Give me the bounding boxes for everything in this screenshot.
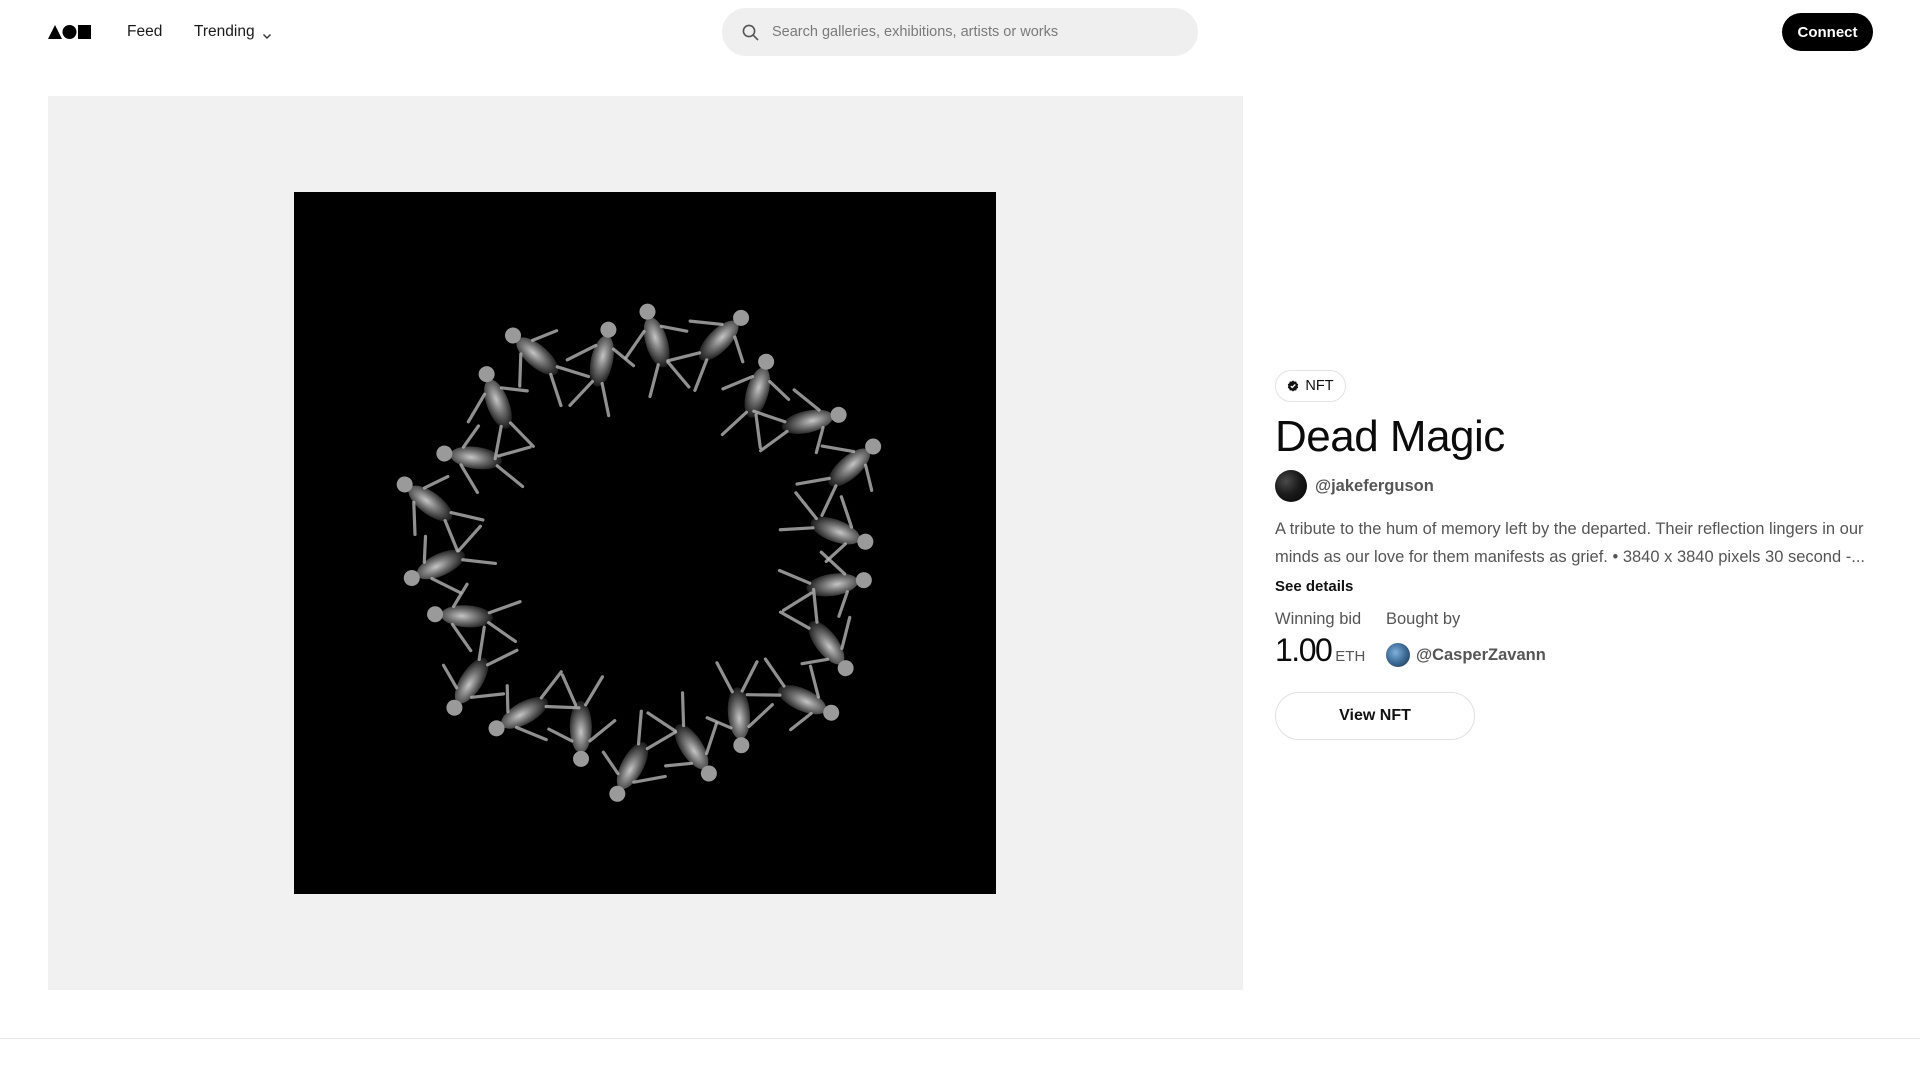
artwork-figure: [646, 691, 719, 782]
artwork-figure: [720, 353, 791, 450]
winning-bid-label: Winning bid: [1275, 610, 1362, 628]
winning-bid-value: 1.00 ETH: [1275, 632, 1365, 669]
artwork-figure: [601, 709, 678, 802]
artwork-figure: [436, 424, 532, 494]
nav-trending-dropdown[interactable]: Trending: [194, 22, 272, 42]
buyer-avatar: [1386, 643, 1410, 667]
artwork-ring-of-figures: [396, 303, 882, 802]
site-logo[interactable]: [48, 24, 91, 40]
search-bar[interactable]: [722, 8, 1198, 56]
nav-feed-link[interactable]: Feed: [127, 22, 162, 42]
artwork-description: A tribute to the hum of memory left by t…: [1275, 520, 1865, 566]
connect-button[interactable]: Connect: [1782, 13, 1873, 51]
verified-icon: [1287, 380, 1299, 392]
nft-badge-label: NFT: [1305, 378, 1334, 394]
buyer-handle: @CasperZavann: [1416, 645, 1546, 664]
artwork-image[interactable]: [294, 192, 996, 894]
artwork-figure: [624, 303, 691, 399]
nft-badge: NFT: [1275, 370, 1346, 402]
artwork-figure: [565, 321, 636, 418]
artwork-figure: [778, 587, 854, 677]
artist-handle: @jakeferguson: [1315, 476, 1434, 495]
artwork-panel: [48, 96, 1243, 990]
artist-avatar: [1275, 470, 1307, 502]
nav-trending-label: Trending: [194, 23, 255, 40]
bought-by-label: Bought by: [1386, 610, 1461, 628]
see-details-link[interactable]: See details: [1275, 578, 1353, 595]
top-navigation: Feed Trending Connect: [0, 0, 1920, 64]
bid-currency: ETH: [1335, 648, 1366, 665]
view-nft-button[interactable]: View NFT: [1275, 692, 1475, 740]
search-icon: [742, 24, 759, 41]
artwork-figure: [396, 474, 485, 553]
artwork-title: Dead Magic: [1275, 412, 1505, 461]
page-divider: [0, 1038, 1920, 1039]
buyer-link[interactable]: @CasperZavann: [1386, 643, 1546, 667]
artwork-figure: [705, 660, 774, 754]
bid-amount: 1.00: [1275, 632, 1333, 668]
chevron-down-icon: [262, 27, 272, 39]
artwork-figure: [777, 550, 872, 618]
artwork-figure: [427, 582, 522, 653]
artist-link[interactable]: @jakeferguson: [1275, 470, 1434, 502]
artwork-figure: [488, 670, 581, 742]
search-input[interactable]: [772, 17, 1172, 47]
